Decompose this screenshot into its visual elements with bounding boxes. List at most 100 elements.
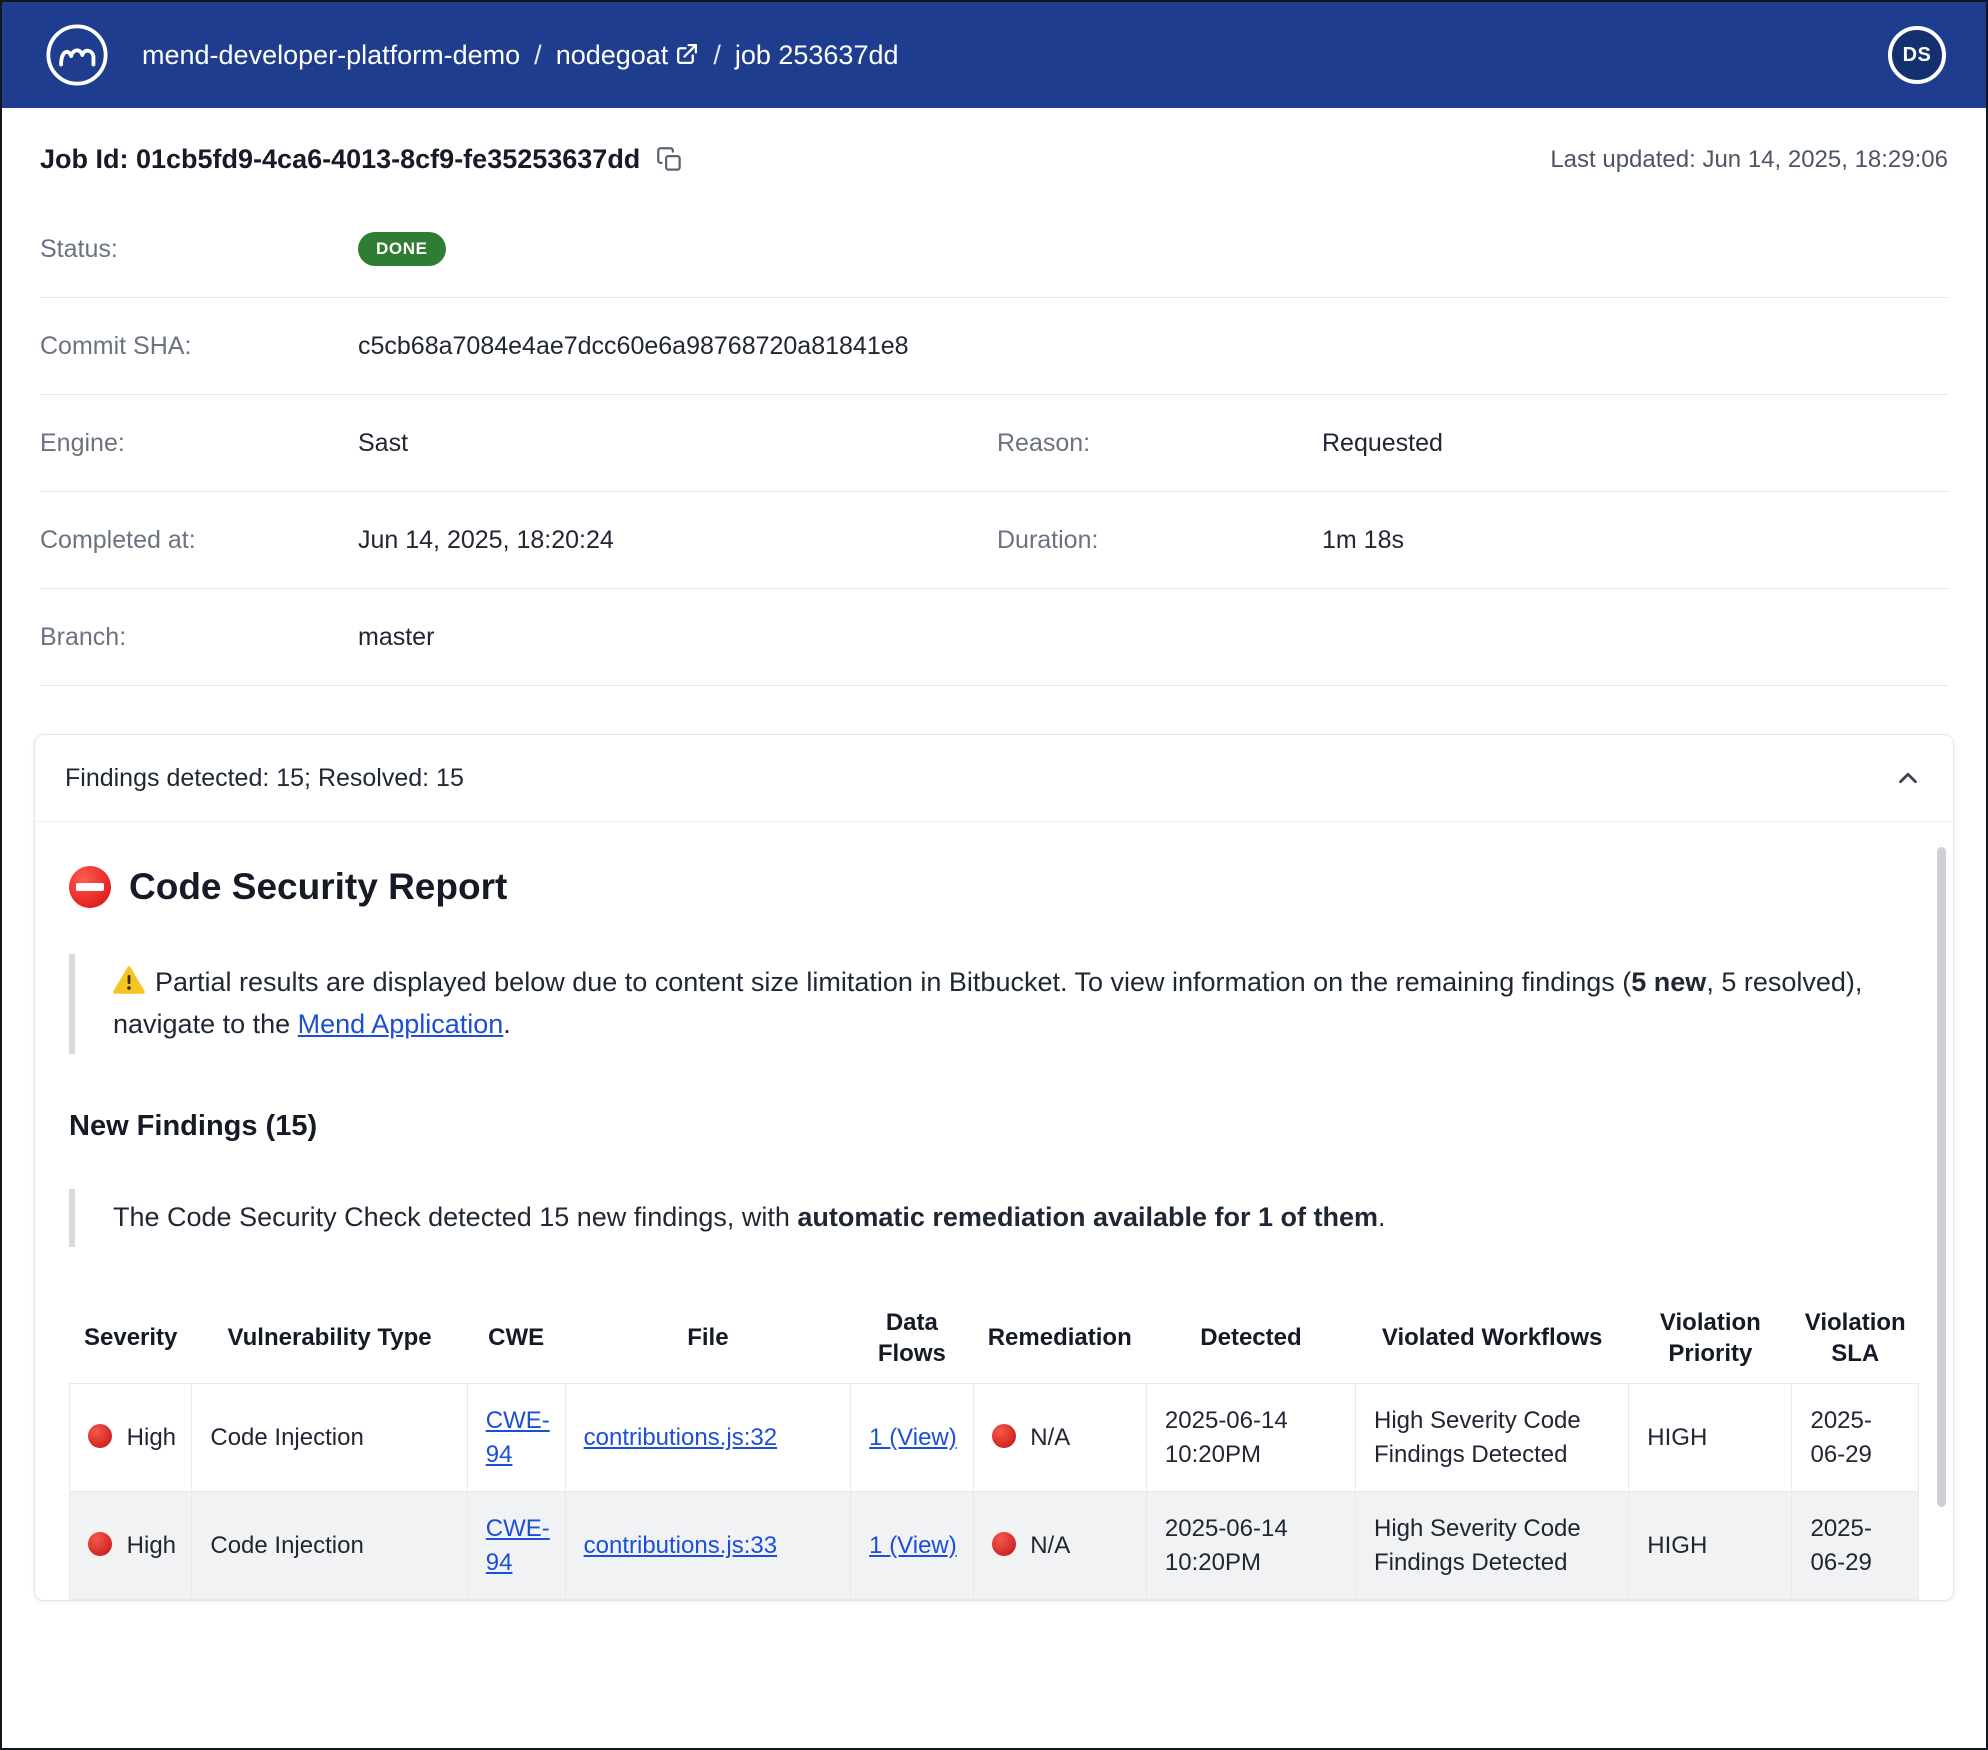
branch-label: Branch: (40, 623, 358, 652)
status-row: Status: DONE (40, 201, 1948, 298)
column-header-violated-workflows: Violated Workflows (1355, 1293, 1628, 1384)
high-severity-icon (88, 1424, 112, 1448)
breadcrumb: mend-developer-platform-demo / nodegoat … (142, 40, 899, 71)
remediation-cell: N/A (973, 1383, 1146, 1491)
file-link[interactable]: contributions.js:33 (584, 1532, 777, 1559)
status-badge: DONE (358, 232, 446, 266)
remediation-red-icon (992, 1532, 1016, 1556)
data-flows-cell: 1 (View) (851, 1383, 973, 1491)
mend-application-link[interactable]: Mend Application (298, 1009, 504, 1039)
severity-label: High (127, 1424, 176, 1451)
violation-sla-cell: 2025-06-29 (1792, 1383, 1919, 1491)
job-details-section: Job Id: 01cb5fd9-4ca6-4013-8cf9-fe352536… (2, 108, 1986, 686)
job-id-title: Job Id: 01cb5fd9-4ca6-4013-8cf9-fe352536… (40, 144, 640, 175)
remediation-label: N/A (1030, 1532, 1070, 1559)
violated-workflows-cell: High Severity Code Findings Detected (1355, 1383, 1628, 1491)
detected-cell: 2025-06-14 10:20PM (1146, 1492, 1355, 1600)
breadcrumb-project[interactable]: mend-developer-platform-demo (142, 40, 520, 71)
partial-results-notice: Partial results are displayed below due … (69, 954, 1919, 1054)
card-scrollbar[interactable] (1937, 847, 1946, 1507)
completed-at-label: Completed at: (40, 526, 358, 555)
external-link-icon (674, 42, 699, 67)
mend-logo[interactable] (42, 20, 112, 90)
job-header: Job Id: 01cb5fd9-4ca6-4013-8cf9-fe352536… (40, 108, 1948, 201)
remediation-red-icon (992, 1424, 1016, 1448)
notice-text-start: Partial results are displayed below due … (155, 967, 1631, 997)
engine-label: Engine: (40, 429, 358, 458)
warning-icon (113, 965, 145, 995)
duration-value: 1m 18s (1322, 526, 1948, 555)
findings-card: Findings detected: 15; Resolved: 15 Code… (34, 734, 1954, 1601)
top-navbar: mend-developer-platform-demo / nodegoat … (2, 2, 1986, 108)
duration-label: Duration: (997, 526, 1322, 555)
summary-bold: automatic remediation available for 1 of… (797, 1202, 1378, 1232)
breadcrumb-repo[interactable]: nodegoat (556, 40, 700, 71)
violation-priority-cell: HIGH (1629, 1383, 1792, 1491)
severity-label: High (127, 1532, 176, 1559)
mend-logo-icon (42, 20, 112, 90)
remediation-label: N/A (1030, 1424, 1070, 1451)
table-header-row: Severity Vulnerability Type CWE File Dat… (70, 1293, 1919, 1384)
findings-summary-text: Findings detected: 15; Resolved: 15 (65, 764, 464, 793)
column-header-severity: Severity (70, 1293, 192, 1384)
engine-value: Sast (358, 429, 997, 458)
breadcrumb-repo-label: nodegoat (556, 40, 669, 70)
findings-summary-header[interactable]: Findings detected: 15; Resolved: 15 (35, 735, 1953, 822)
cwe-link[interactable]: CWE-94 (486, 1515, 550, 1576)
commit-sha-value: c5cb68a7084e4ae7dcc60e6a98768720a81841e8 (358, 332, 997, 361)
completed-duration-row: Completed at: Jun 14, 2025, 18:20:24 Dur… (40, 492, 1948, 589)
new-findings-summary: The Code Security Check detected 15 new … (69, 1189, 1919, 1247)
data-flows-link[interactable]: 1 (View) (869, 1424, 957, 1451)
report-title: Code Security Report (129, 866, 507, 908)
cwe-cell: CWE-94 (467, 1492, 565, 1600)
column-header-detected: Detected (1146, 1293, 1355, 1384)
violated-workflows-cell: High Severity Code Findings Detected (1355, 1492, 1628, 1600)
file-cell: contributions.js:32 (565, 1383, 851, 1491)
column-header-file: File (565, 1293, 851, 1384)
violation-sla-cell: 2025-06-29 (1792, 1492, 1919, 1600)
commit-sha-label: Commit SHA: (40, 332, 358, 361)
last-updated: Last updated: Jun 14, 2025, 18:29:06 (1550, 146, 1948, 174)
copy-job-id-button[interactable] (656, 146, 683, 173)
report-body: Code Security Report Partial results are… (35, 822, 1953, 1600)
breadcrumb-separator: / (713, 40, 721, 71)
column-header-vulnerability-type: Vulnerability Type (192, 1293, 467, 1384)
file-cell: contributions.js:33 (565, 1492, 851, 1600)
remediation-cell: N/A (973, 1492, 1146, 1600)
table-row: High Code Injection CWE-94 contributions… (70, 1492, 1919, 1600)
copy-icon (656, 146, 683, 173)
breadcrumb-job: job 253637dd (735, 40, 899, 71)
reason-label: Reason: (997, 429, 1322, 458)
table-row: High Code Injection CWE-94 contributions… (70, 1383, 1919, 1491)
completed-at-value: Jun 14, 2025, 18:20:24 (358, 526, 997, 555)
reason-value: Requested (1322, 429, 1948, 458)
chevron-up-icon[interactable] (1893, 763, 1923, 793)
cwe-cell: CWE-94 (467, 1383, 565, 1491)
findings-table: Severity Vulnerability Type CWE File Dat… (69, 1293, 1919, 1601)
user-avatar[interactable]: DS (1888, 26, 1946, 84)
cwe-link[interactable]: CWE-94 (486, 1407, 550, 1468)
data-flows-link[interactable]: 1 (View) (869, 1532, 957, 1559)
column-header-remediation: Remediation (973, 1293, 1146, 1384)
column-header-cwe: CWE (467, 1293, 565, 1384)
summary-text-end: . (1378, 1202, 1386, 1232)
commit-sha-row: Commit SHA: c5cb68a7084e4ae7dcc60e6a9876… (40, 298, 1948, 395)
no-entry-icon (69, 866, 111, 908)
engine-reason-row: Engine: Sast Reason: Requested (40, 395, 1948, 492)
violation-priority-cell: HIGH (1629, 1492, 1792, 1600)
high-severity-icon (88, 1532, 112, 1556)
vulnerability-type-cell: Code Injection (192, 1383, 467, 1491)
branch-row: Branch: master (40, 589, 1948, 686)
file-link[interactable]: contributions.js:32 (584, 1424, 777, 1451)
vulnerability-type-cell: Code Injection (192, 1492, 467, 1600)
branch-value: master (358, 623, 997, 652)
notice-text-end: . (503, 1009, 511, 1039)
column-header-violation-sla: Violation SLA (1792, 1293, 1919, 1384)
severity-cell: High (70, 1492, 192, 1600)
summary-text-start: The Code Security Check detected 15 new … (113, 1202, 797, 1232)
page: mend-developer-platform-demo / nodegoat … (0, 0, 1988, 1750)
report-title-row: Code Security Report (69, 866, 1919, 908)
column-header-violation-priority: Violation Priority (1629, 1293, 1792, 1384)
column-header-data-flows: Data Flows (851, 1293, 973, 1384)
data-flows-cell: 1 (View) (851, 1492, 973, 1600)
